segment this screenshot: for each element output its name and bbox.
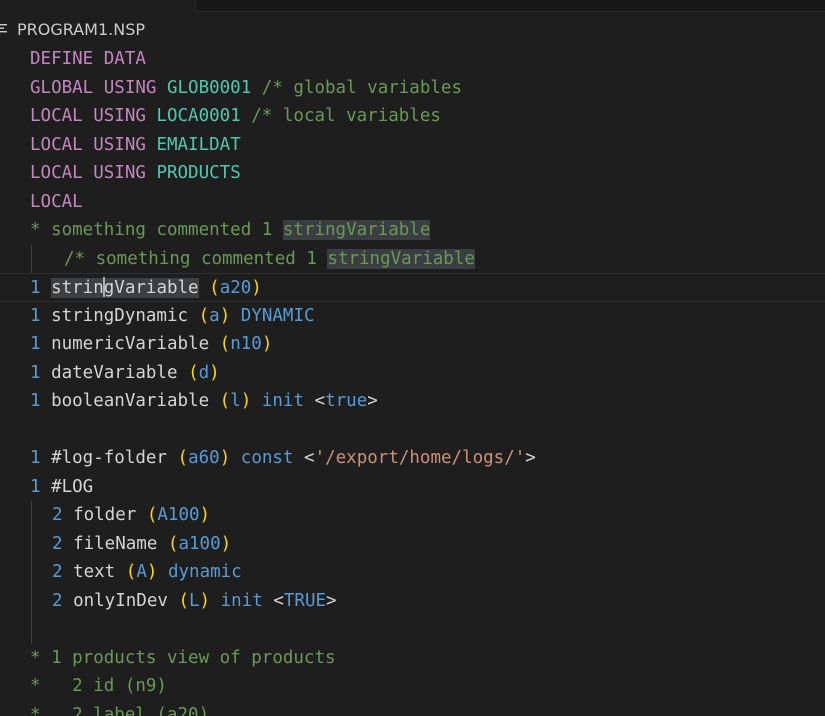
code-editor[interactable]: DEFINE DATA GLOBAL USING GLOB0001 /* glo…: [0, 45, 825, 716]
code-line[interactable]: GLOBAL USING GLOB0001 /* global variable…: [0, 74, 825, 103]
level-number: 1: [30, 391, 52, 411]
data-area-name: LOCA0001: [156, 106, 241, 126]
code-line[interactable]: LOCAL: [0, 188, 825, 217]
variable-name: fileName: [73, 533, 158, 554]
format: A100: [157, 505, 200, 525]
variable-name: #LOG: [51, 476, 94, 497]
comment: /* something commented 1: [64, 248, 328, 269]
string-literal: '/export/home/logs/': [314, 448, 526, 468]
code-line[interactable]: 1 numericVariable (n10): [0, 330, 825, 359]
format: L: [189, 590, 200, 611]
variable-name: dateVariable: [51, 362, 178, 383]
code-line[interactable]: LOCAL USING PRODUCTS: [0, 159, 825, 188]
variable-name: folder: [73, 505, 137, 525]
code-line[interactable]: /* something commented 1 stringVariable: [0, 245, 825, 274]
level-number: 1: [30, 305, 52, 326]
code-line[interactable]: 1 booleanVariable (l) init <true>: [0, 387, 825, 416]
init-value: true: [325, 391, 368, 411]
variable-name: numericVariable: [51, 334, 210, 354]
variable-name-part: gVariable: [103, 278, 199, 298]
level-number: 1: [30, 278, 52, 298]
level-number: 2: [52, 590, 74, 611]
keyword: LOCAL USING: [30, 163, 157, 183]
keyword: LOCAL USING: [30, 134, 157, 155]
keyword: LOCAL: [30, 191, 83, 212]
format: l: [230, 391, 241, 411]
tab-strip: [0, 0, 825, 12]
level-number: 1: [30, 448, 52, 468]
keyword: DYNAMIC: [240, 305, 315, 326]
keyword: init: [220, 590, 263, 611]
code-line[interactable]: LOCAL USING EMAILDAT: [0, 131, 825, 160]
format: a20: [219, 278, 252, 298]
level-number: 1: [30, 476, 52, 497]
variable-name: stringDynamic: [51, 305, 189, 326]
comment: * something commented 1: [30, 220, 283, 240]
keyword: const: [240, 448, 294, 468]
highlighted-occurrence: stringVariable: [327, 248, 475, 269]
format: a100: [178, 533, 221, 554]
keyword: GLOBAL USING: [30, 77, 167, 98]
code-line[interactable]: * 1 products view of products: [0, 644, 825, 673]
breadcrumb[interactable]: PROGRAM1.NSP: [0, 16, 145, 42]
tab-strip-segment: [195, 0, 825, 12]
level-number: 2: [52, 562, 74, 582]
level-number: 1: [30, 362, 52, 383]
comment: * 2 label (a20): [30, 704, 210, 716]
code-line[interactable]: 2 folder (A100): [0, 501, 825, 530]
comment: * 2 id (n9): [30, 676, 167, 696]
init-value: TRUE: [283, 590, 327, 611]
level-number: 2: [52, 533, 74, 554]
code-line[interactable]: LOCAL USING LOCA0001 /* local variables: [0, 102, 825, 131]
keyword: LOCAL USING: [30, 106, 157, 126]
code-line[interactable]: DEFINE DATA: [0, 45, 825, 74]
data-area-name: GLOB0001: [166, 77, 252, 98]
comment: /* global variables: [251, 77, 462, 98]
breadcrumb-file-name[interactable]: PROGRAM1.NSP: [17, 20, 145, 39]
code-line[interactable]: 1 dateVariable (d): [0, 359, 825, 388]
variable-name: onlyInDev: [73, 590, 168, 611]
code-line[interactable]: 1 #log-folder (a60) const <'/export/home…: [0, 444, 825, 473]
format: A: [136, 562, 147, 582]
data-area-name: PRODUCTS: [156, 163, 241, 183]
variable-name: #log-folder: [51, 448, 167, 468]
code-line[interactable]: 2 onlyInDev (L) init <TRUE>: [0, 587, 825, 616]
format: n10: [230, 334, 262, 354]
level-number: 2: [52, 505, 74, 525]
text-cursor: [102, 277, 105, 297]
code-line[interactable]: * 2 label (a20): [0, 701, 825, 716]
data-area-name: EMAILDAT: [156, 134, 241, 155]
code-line[interactable]: * 2 id (n9): [0, 672, 825, 701]
current-code-line[interactable]: 1 stringVariable (a20): [0, 273, 825, 302]
keyword: dynamic: [167, 562, 242, 582]
hamburger-lines-icon: [0, 16, 10, 42]
comment: /* local variables: [240, 106, 441, 126]
highlighted-occurrence: stringVariable: [282, 220, 431, 240]
format: d: [198, 362, 210, 383]
format: a60: [188, 448, 220, 468]
keyword: init: [261, 391, 305, 411]
variable-name: booleanVariable: [51, 391, 210, 411]
code-line[interactable]: 2 text (A) dynamic: [0, 558, 825, 587]
level-number: 1: [30, 334, 52, 354]
variable-name: text: [73, 562, 116, 582]
code-line[interactable]: 1 stringDynamic (a) DYNAMIC: [0, 302, 825, 331]
code-line[interactable]: 2 fileName (a100): [0, 530, 825, 559]
variable-name-part: strin: [51, 278, 104, 298]
code-line[interactable]: 1 #LOG: [0, 473, 825, 502]
code-line[interactable]: * something commented 1 stringVariable: [0, 216, 825, 245]
keyword: DEFINE DATA: [30, 49, 146, 69]
comment: * 1 products view of products: [30, 647, 336, 668]
format: a: [209, 305, 220, 326]
